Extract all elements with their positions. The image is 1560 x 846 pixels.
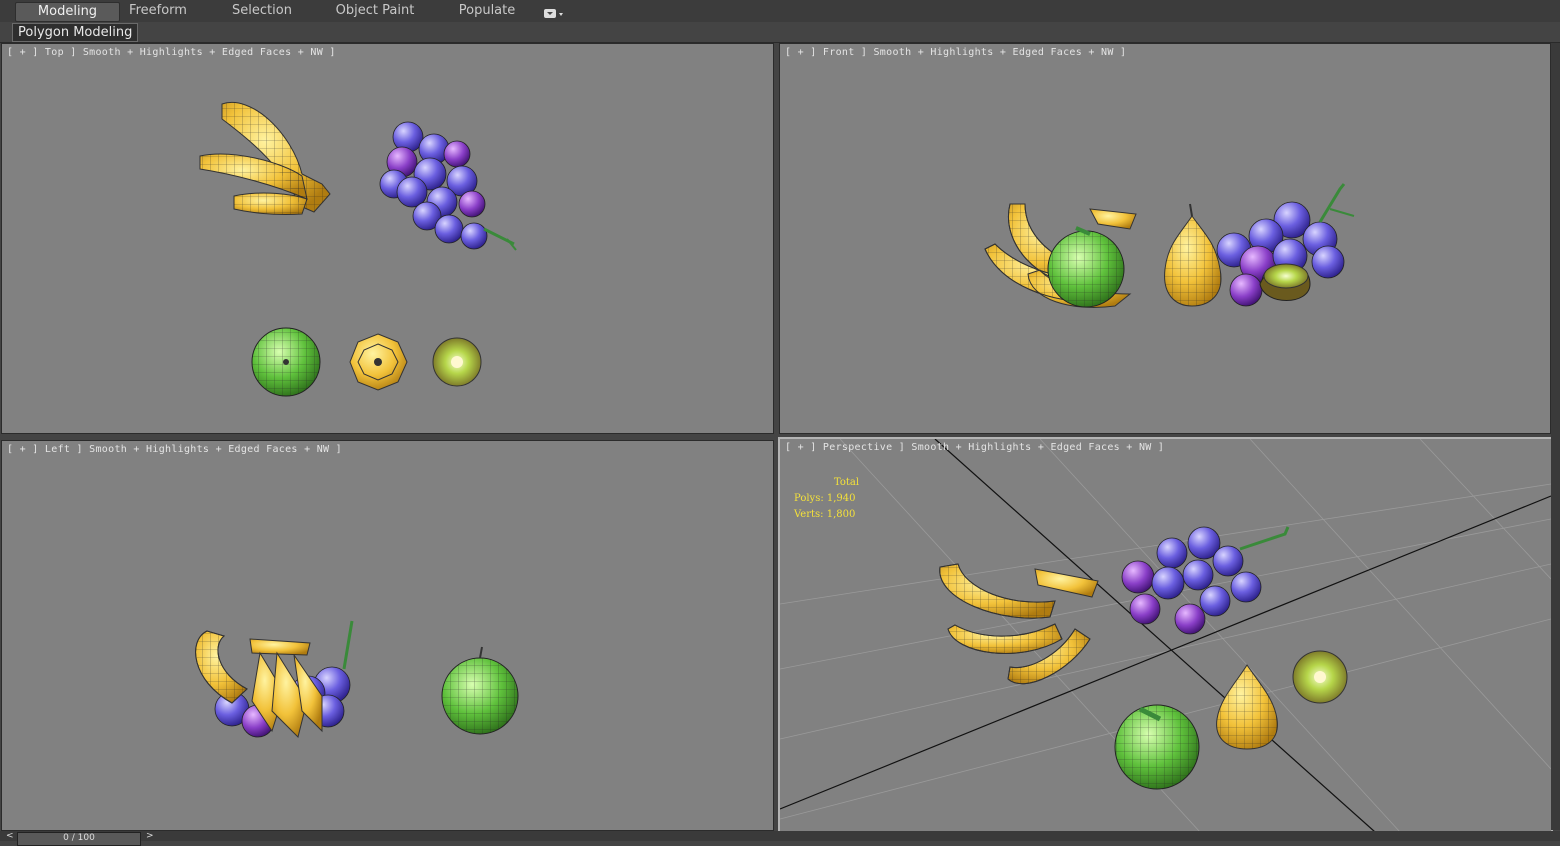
banana-bunch — [199, 102, 331, 216]
timeline-next-button[interactable]: > — [146, 831, 154, 841]
kiwi-half-front — [1259, 263, 1311, 301]
stats-title: Total — [834, 477, 860, 488]
tab-populate[interactable]: Populate — [450, 2, 524, 20]
tab-freeform[interactable]: Freeform — [120, 2, 196, 20]
viewport-perspective[interactable]: [ + ] Perspective ] Smooth + Highlights … — [778, 437, 1553, 834]
banana-bunch — [939, 563, 1099, 685]
pear-front — [1164, 203, 1222, 307]
viewport-left[interactable]: [ + ] Left ] Smooth + Highlights + Edged… — [1, 440, 774, 831]
apple-perspective — [1114, 704, 1200, 790]
front-view-scene — [984, 183, 1355, 308]
viewport-label-front[interactable]: [ + ] Front ] Smooth + Highlights + Edge… — [785, 47, 1126, 58]
stats-verts: Verts: 1,800 — [794, 509, 856, 520]
ribbon-tab-bar: Modeling Freeform Selection Object Paint… — [0, 0, 1560, 23]
grape-bunch — [1121, 526, 1290, 635]
viewport-label-top[interactable]: [ + ] Top ] Smooth + Highlights + Edged … — [7, 47, 336, 58]
command-panel-edge[interactable] — [1551, 43, 1560, 830]
grape-bunch — [379, 121, 517, 251]
viewport-label-perspective[interactable]: [ + ] Perspective ] Smooth + Highlights … — [785, 442, 1164, 453]
polygon-stats: Total Polys: 1,940 Verts: 1,800 — [794, 475, 859, 523]
polygon-modeling-button[interactable]: Polygon Modeling — [12, 23, 139, 42]
ribbon-menu-button[interactable] — [543, 5, 565, 18]
viewport-front[interactable]: [ + ] Front ] Smooth + Highlights + Edge… — [779, 43, 1551, 434]
tab-selection[interactable]: Selection — [222, 2, 302, 20]
tab-modeling[interactable]: Modeling — [15, 2, 120, 22]
ribbon-panel: Polygon Modeling — [0, 22, 1560, 43]
apple-front — [1047, 226, 1125, 308]
apple-left — [441, 646, 519, 735]
kiwi-perspective — [1292, 650, 1348, 704]
time-slider[interactable]: 0 / 100 — [17, 832, 141, 846]
left-view-scene — [195, 620, 519, 738]
pear-top — [349, 333, 408, 391]
viewport-top[interactable]: [ + ] Top ] Smooth + Highlights + Edged … — [1, 43, 774, 434]
timeline-bar: < 0 / 100 > — [0, 831, 1560, 846]
timeline-prev-button[interactable]: < — [6, 831, 14, 841]
kiwi-top — [432, 337, 482, 387]
stats-polys: Polys: 1,940 — [794, 493, 856, 504]
tab-object-paint[interactable]: Object Paint — [330, 2, 420, 20]
pear-perspective — [1216, 664, 1278, 750]
top-view-scene — [199, 102, 517, 397]
perspective-view-scene — [780, 439, 1551, 832]
viewport-label-left[interactable]: [ + ] Left ] Smooth + Highlights + Edged… — [7, 444, 342, 455]
apple-top — [251, 327, 321, 397]
dropdown-arrow-icon — [544, 9, 563, 18]
